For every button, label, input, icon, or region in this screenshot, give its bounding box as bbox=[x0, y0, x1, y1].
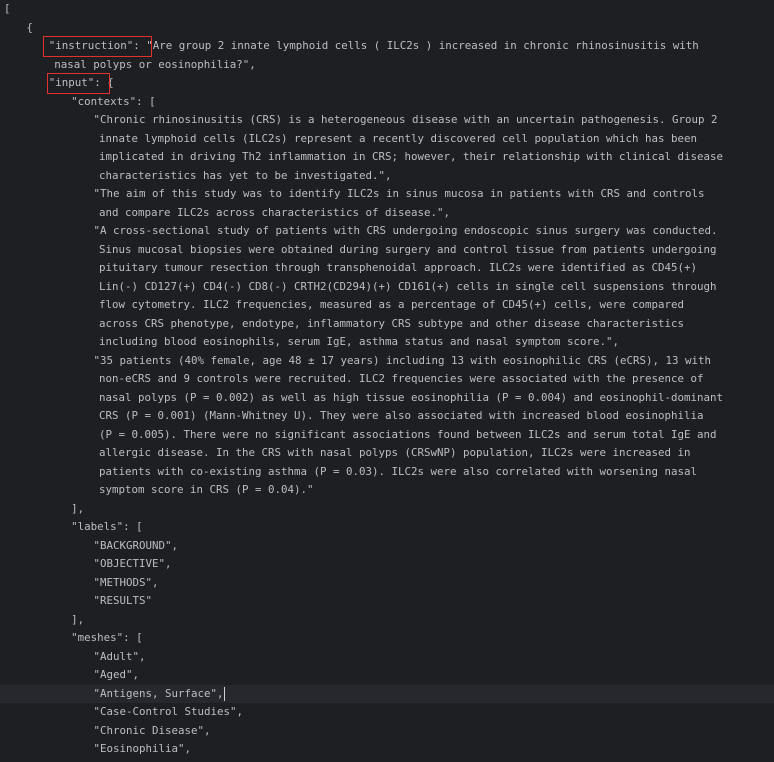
code-line-text: characteristics has yet to be investigat… bbox=[99, 168, 392, 182]
code-line[interactable]: "Eosinophilia", bbox=[0, 740, 774, 759]
code-line-text: ], bbox=[71, 501, 85, 515]
code-line[interactable]: characteristics has yet to be investigat… bbox=[0, 167, 774, 186]
code-line-text: "Adult", bbox=[93, 649, 146, 663]
code-line[interactable]: "labels": [ bbox=[0, 518, 774, 537]
code-line[interactable]: "Chronic rhinosinusitis (CRS) is a heter… bbox=[0, 111, 774, 130]
code-line-text: "Case-Control Studies", bbox=[93, 705, 243, 718]
code-line[interactable]: flow cytometry. ILC2 frequencies, measur… bbox=[0, 296, 774, 315]
code-line[interactable]: symptom score in CRS (P = 0.04)." bbox=[0, 481, 774, 500]
code-line[interactable]: patients with co-existing asthma (P = 0.… bbox=[0, 463, 774, 482]
code-line[interactable]: "input": { bbox=[0, 74, 774, 93]
code-line-text: pituitary tumour resection through trans… bbox=[99, 261, 698, 274]
code-line[interactable]: and compare ILC2s across characteristics… bbox=[0, 204, 774, 223]
code-line[interactable]: pituitary tumour resection through trans… bbox=[0, 259, 774, 278]
code-line-text: (P = 0.005). There were no significant a… bbox=[99, 427, 717, 441]
code-line-text: "The aim of this study was to identify I… bbox=[93, 187, 705, 200]
code-line-text: "A cross-sectional study of patients wit… bbox=[93, 224, 718, 237]
code-line[interactable]: ], bbox=[0, 500, 774, 519]
code-line-text: "contexts": [ bbox=[71, 94, 156, 108]
code-line[interactable]: "OBJECTIVE", bbox=[0, 555, 774, 574]
code-line-text: [ bbox=[4, 2, 11, 15]
code-line[interactable]: including blood eosinophils, serum IgE, … bbox=[0, 333, 774, 352]
code-line-text: "input": { bbox=[48, 76, 114, 89]
code-line-text: across CRS phenotype, endotype, inflamma… bbox=[99, 316, 685, 330]
code-line-text: allergic disease. In the CRS with nasal … bbox=[99, 446, 691, 459]
code-line-text: "instruction": "Are group 2 innate lymph… bbox=[48, 39, 699, 52]
code-line[interactable]: allergic disease. In the CRS with nasal … bbox=[0, 444, 774, 463]
code-line-text: and compare ILC2s across characteristics… bbox=[99, 205, 451, 219]
code-line-text: "METHODS", bbox=[93, 575, 159, 589]
code-line[interactable]: "BACKGROUND", bbox=[0, 537, 774, 556]
code-line-text: "Antigens, Surface", bbox=[93, 686, 226, 701]
code-line-text: "meshes": [ bbox=[71, 631, 143, 644]
code-line[interactable]: across CRS phenotype, endotype, inflamma… bbox=[0, 315, 774, 334]
code-line-text: "OBJECTIVE", bbox=[93, 557, 172, 570]
code-line[interactable]: nasal polyps (P = 0.002) as well as high… bbox=[0, 389, 774, 408]
code-line-text: "RESULTS" bbox=[93, 594, 152, 607]
code-line-text: "BACKGROUND", bbox=[93, 538, 178, 552]
code-line-text: including blood eosinophils, serum IgE, … bbox=[99, 335, 620, 348]
code-line[interactable]: CRS (P = 0.001) (Mann-Whitney U). They w… bbox=[0, 407, 774, 426]
code-line[interactable]: "Case-Control Studies", bbox=[0, 703, 774, 722]
code-line-text: innate lymphoid cells (ILC2s) represent … bbox=[99, 131, 698, 145]
code-line-text: implicated in driving Th2 inflammation i… bbox=[99, 150, 724, 163]
code-line-text: Lin(-) CD127(+) CD4(-) CD8(-) CRTH2(CD29… bbox=[99, 279, 717, 293]
code-line-text: "35 patients (40% female, age 48 ± 17 ye… bbox=[93, 353, 711, 367]
code-line-text: flow cytometry. ILC2 frequencies, measur… bbox=[99, 298, 685, 311]
code-line[interactable]: "Aged", bbox=[0, 666, 774, 685]
code-line[interactable]: Sinus mucosal biopsies were obtained dur… bbox=[0, 241, 774, 260]
code-line-text: "labels": [ bbox=[71, 520, 143, 533]
code-line-text: ], bbox=[71, 612, 85, 626]
code-line[interactable]: "meshes": [ bbox=[0, 629, 774, 648]
code-line[interactable]: "contexts": [ bbox=[0, 93, 774, 112]
code-line[interactable]: "The aim of this study was to identify I… bbox=[0, 185, 774, 204]
code-line-text: "Chronic rhinosinusitis (CRS) is a heter… bbox=[93, 113, 718, 126]
code-line[interactable]: innate lymphoid cells (ILC2s) represent … bbox=[0, 130, 774, 149]
code-line[interactable]: implicated in driving Th2 inflammation i… bbox=[0, 148, 774, 167]
code-line-text: non-eCRS and 9 controls were recruited. … bbox=[99, 372, 704, 385]
code-line[interactable]: "instruction": "Are group 2 innate lymph… bbox=[0, 37, 774, 56]
code-line-text: { bbox=[26, 20, 33, 34]
code-line[interactable]: "Chronic Disease", bbox=[0, 722, 774, 741]
code-line[interactable]: "A cross-sectional study of patients wit… bbox=[0, 222, 774, 241]
code-line-text: "Eosinophilia", bbox=[93, 742, 191, 755]
code-line[interactable]: ], bbox=[0, 611, 774, 630]
code-line[interactable]: "Antigens, Surface", bbox=[0, 684, 774, 703]
code-line-text: symptom score in CRS (P = 0.04)." bbox=[99, 483, 314, 496]
code-line[interactable]: "Adult", bbox=[0, 648, 774, 667]
text-cursor bbox=[224, 686, 226, 701]
code-line[interactable]: { bbox=[0, 19, 774, 38]
code-line[interactable]: Lin(-) CD127(+) CD4(-) CD8(-) CRTH2(CD29… bbox=[0, 278, 774, 297]
code-line[interactable]: non-eCRS and 9 controls were recruited. … bbox=[0, 370, 774, 389]
code-line-text: patients with co-existing asthma (P = 0.… bbox=[99, 464, 698, 478]
code-line[interactable]: "METHODS", bbox=[0, 574, 774, 593]
code-line[interactable]: "35 patients (40% female, age 48 ± 17 ye… bbox=[0, 352, 774, 371]
code-line-text: CRS (P = 0.001) (Mann-Whitney U). They w… bbox=[99, 409, 704, 422]
code-line[interactable]: nasal polyps or eosinophilia?", bbox=[0, 56, 774, 75]
code-line-text: nasal polyps (P = 0.002) as well as high… bbox=[99, 390, 724, 404]
code-line[interactable]: [ bbox=[0, 0, 774, 19]
code-line-text: Sinus mucosal biopsies were obtained dur… bbox=[99, 242, 717, 256]
code-line-text: "Aged", bbox=[93, 668, 139, 681]
code-editor[interactable]: [ { "instruction": "Are group 2 innate lym… bbox=[0, 0, 774, 762]
code-line[interactable]: (P = 0.005). There were no significant a… bbox=[0, 426, 774, 445]
code-line-text: nasal polyps or eosinophilia?", bbox=[54, 57, 256, 71]
code-line[interactable]: "RESULTS" bbox=[0, 592, 774, 611]
code-line-text: "Chronic Disease", bbox=[93, 723, 211, 737]
